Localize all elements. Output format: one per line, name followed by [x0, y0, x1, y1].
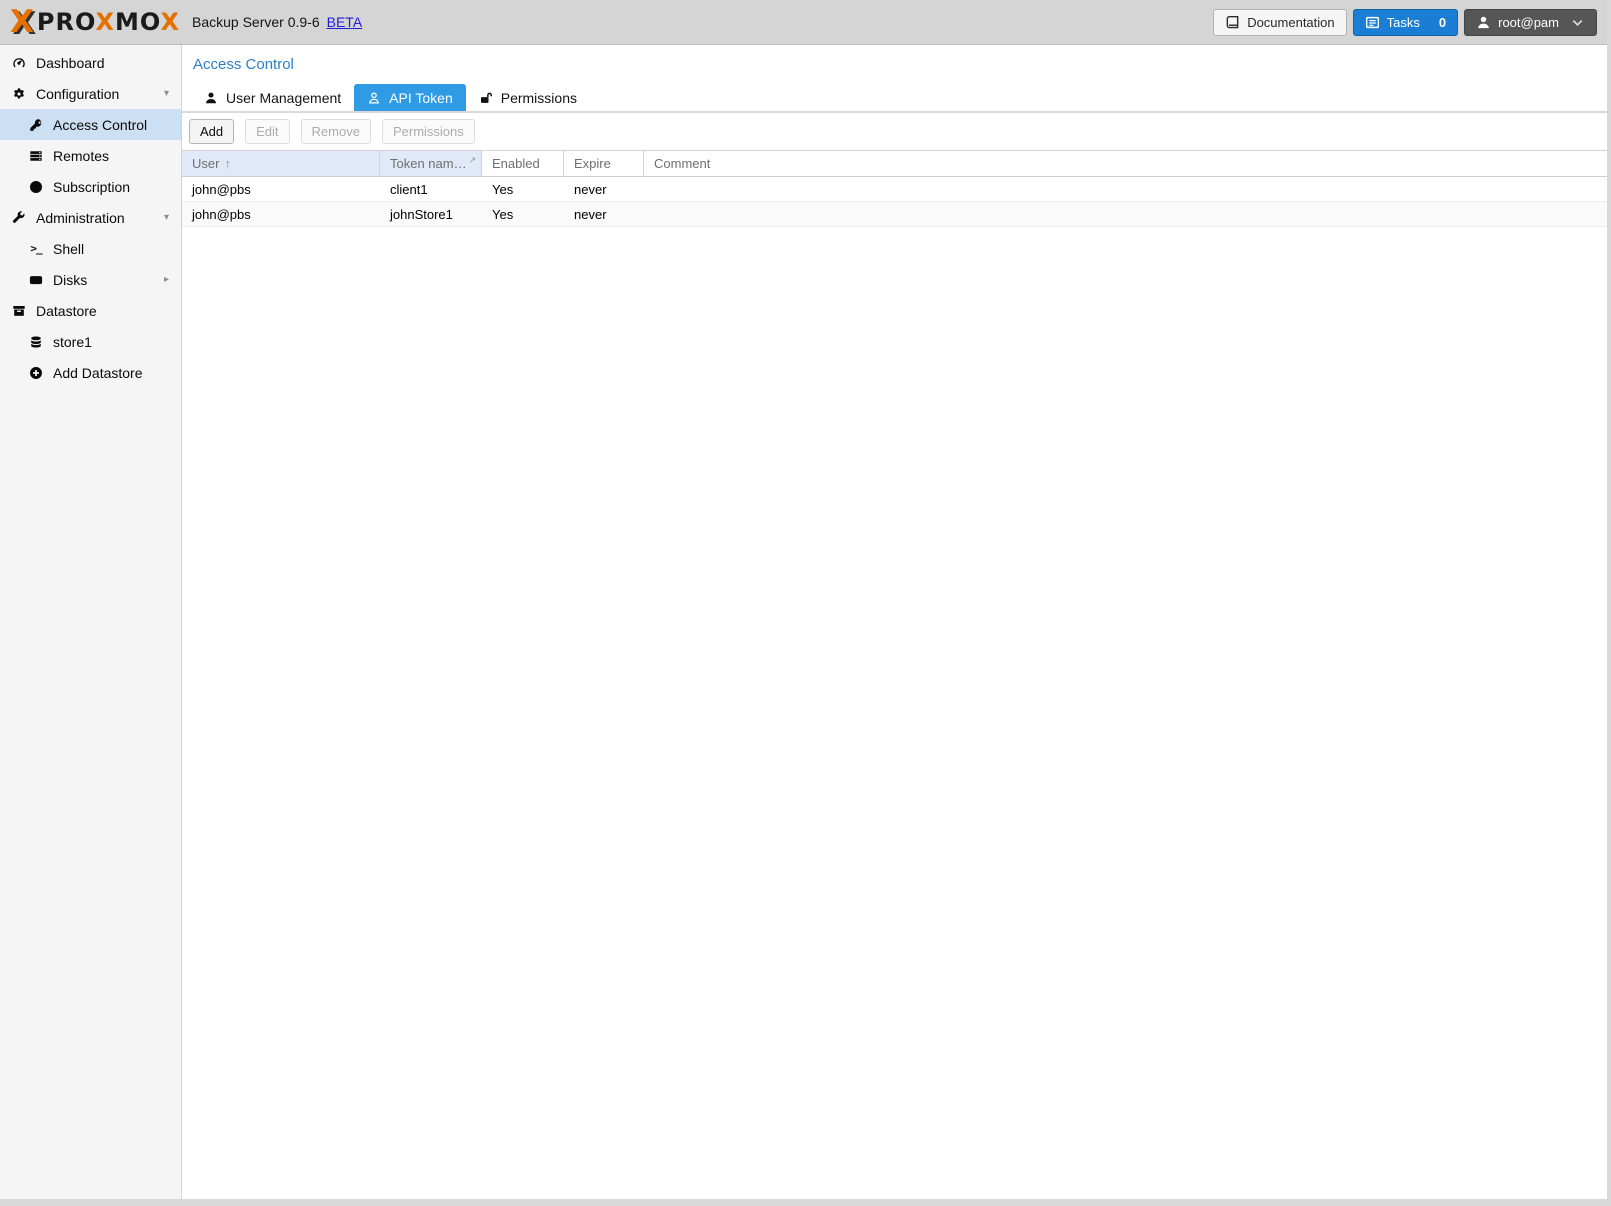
table-row[interactable]: john@pbs johnStore1 Yes never: [182, 202, 1607, 227]
cell-expire: never: [564, 177, 644, 201]
beta-link[interactable]: BETA: [327, 14, 363, 30]
sidebar-item-configuration[interactable]: Configuration ▾: [0, 78, 181, 109]
tab-permissions[interactable]: Permissions: [466, 84, 590, 111]
cell-token-name: johnStore1: [380, 202, 482, 226]
cell-expire: never: [564, 202, 644, 226]
caret-down-icon[interactable]: ▾: [164, 213, 169, 223]
page-title: Access Control: [182, 45, 1607, 84]
sort-asc-icon: ↑: [224, 156, 231, 171]
column-header-token-name[interactable]: Token nam… ↗: [380, 151, 482, 176]
wrench-icon: [10, 211, 28, 225]
api-token-grid: User ↑ Token nam… ↗ Enabled Expire Comme: [182, 150, 1607, 1199]
permissions-button[interactable]: Permissions: [382, 119, 475, 144]
sidebar-item-datastore[interactable]: Datastore: [0, 295, 181, 326]
main-layout: Dashboard Configuration ▾ Access Control: [0, 45, 1607, 1199]
remove-button[interactable]: Remove: [301, 119, 371, 144]
table-row[interactable]: john@pbs client1 Yes never: [182, 177, 1607, 202]
cell-comment: [644, 202, 1607, 226]
sidebar-item-dashboard[interactable]: Dashboard: [0, 47, 181, 78]
sidebar-item-access-control[interactable]: Access Control: [0, 109, 181, 140]
sidebar-item-administration[interactable]: Administration ▾: [0, 202, 181, 233]
gauge-icon: [10, 56, 28, 70]
proxmox-logo-icon: X X: [10, 7, 34, 38]
sidebar-item-remotes[interactable]: Remotes: [0, 140, 181, 171]
disk-icon: [27, 273, 45, 287]
tab-user-management[interactable]: User Management: [191, 84, 354, 111]
user-icon: [204, 91, 218, 105]
content-panel: Access Control User Management API Token: [182, 45, 1607, 1199]
column-header-expire[interactable]: Expire: [564, 151, 644, 176]
user-menu-button[interactable]: root@pam: [1464, 9, 1597, 36]
cell-enabled: Yes: [482, 177, 564, 201]
task-list-icon: [1365, 15, 1380, 30]
product-version-label: Backup Server 0.9-6: [192, 14, 320, 30]
sort-asc-minor-icon: ↗: [469, 155, 477, 166]
cell-enabled: Yes: [482, 202, 564, 226]
sidebar-item-add-datastore[interactable]: Add Datastore: [0, 357, 181, 388]
key-icon: [27, 118, 45, 132]
column-header-user[interactable]: User ↑: [182, 151, 380, 176]
column-header-comment[interactable]: Comment: [644, 151, 1607, 176]
sidebar-item-store1[interactable]: store1: [0, 326, 181, 357]
top-header-bar: X X PROXMOX Backup Server 0.9-6 BETA Doc…: [0, 0, 1607, 45]
cogs-icon: [10, 87, 28, 101]
sidebar-item-shell[interactable]: >_ Shell: [0, 233, 181, 264]
tasks-button[interactable]: Tasks 0: [1353, 9, 1458, 36]
unlock-icon: [479, 91, 493, 105]
cell-comment: [644, 177, 1607, 201]
user-icon: [1476, 15, 1491, 30]
app-window: X X PROXMOX Backup Server 0.9-6 BETA Doc…: [0, 0, 1611, 1206]
cell-user: john@pbs: [182, 202, 380, 226]
server-stack-icon: [27, 149, 45, 163]
edit-button[interactable]: Edit: [245, 119, 289, 144]
caret-right-icon[interactable]: ▸: [164, 275, 169, 285]
cell-token-name: client1: [380, 177, 482, 201]
user-outline-icon: [367, 91, 381, 105]
navigation-sidebar: Dashboard Configuration ▾ Access Control: [0, 45, 182, 1199]
database-icon: [27, 335, 45, 349]
plus-circle-icon: [27, 366, 45, 380]
caret-down-icon[interactable]: ▾: [164, 89, 169, 99]
column-header-enabled[interactable]: Enabled: [482, 151, 564, 176]
tasks-count-badge: 0: [1439, 15, 1446, 30]
grid-header-row: User ↑ Token nam… ↗ Enabled Expire Comme: [182, 150, 1607, 177]
life-ring-icon: [27, 180, 45, 194]
header-actions: Documentation Tasks 0 root@pam: [1213, 9, 1597, 36]
tab-api-token[interactable]: API Token: [354, 84, 466, 111]
proxmox-logo: X X PROXMOX: [10, 7, 180, 38]
sidebar-item-subscription[interactable]: Subscription: [0, 171, 181, 202]
archive-icon: [10, 304, 28, 318]
grid-toolbar: Add Edit Remove Permissions: [182, 113, 1607, 150]
terminal-icon: >_: [27, 242, 45, 255]
chevron-down-icon: [1570, 15, 1585, 30]
cell-user: john@pbs: [182, 177, 380, 201]
add-button[interactable]: Add: [189, 119, 234, 144]
tab-bar: User Management API Token Permissions: [182, 84, 1607, 113]
book-icon: [1225, 15, 1240, 30]
proxmox-wordmark: PROXMOX: [37, 8, 180, 36]
documentation-button[interactable]: Documentation: [1213, 9, 1346, 36]
sidebar-item-disks[interactable]: Disks ▸: [0, 264, 181, 295]
